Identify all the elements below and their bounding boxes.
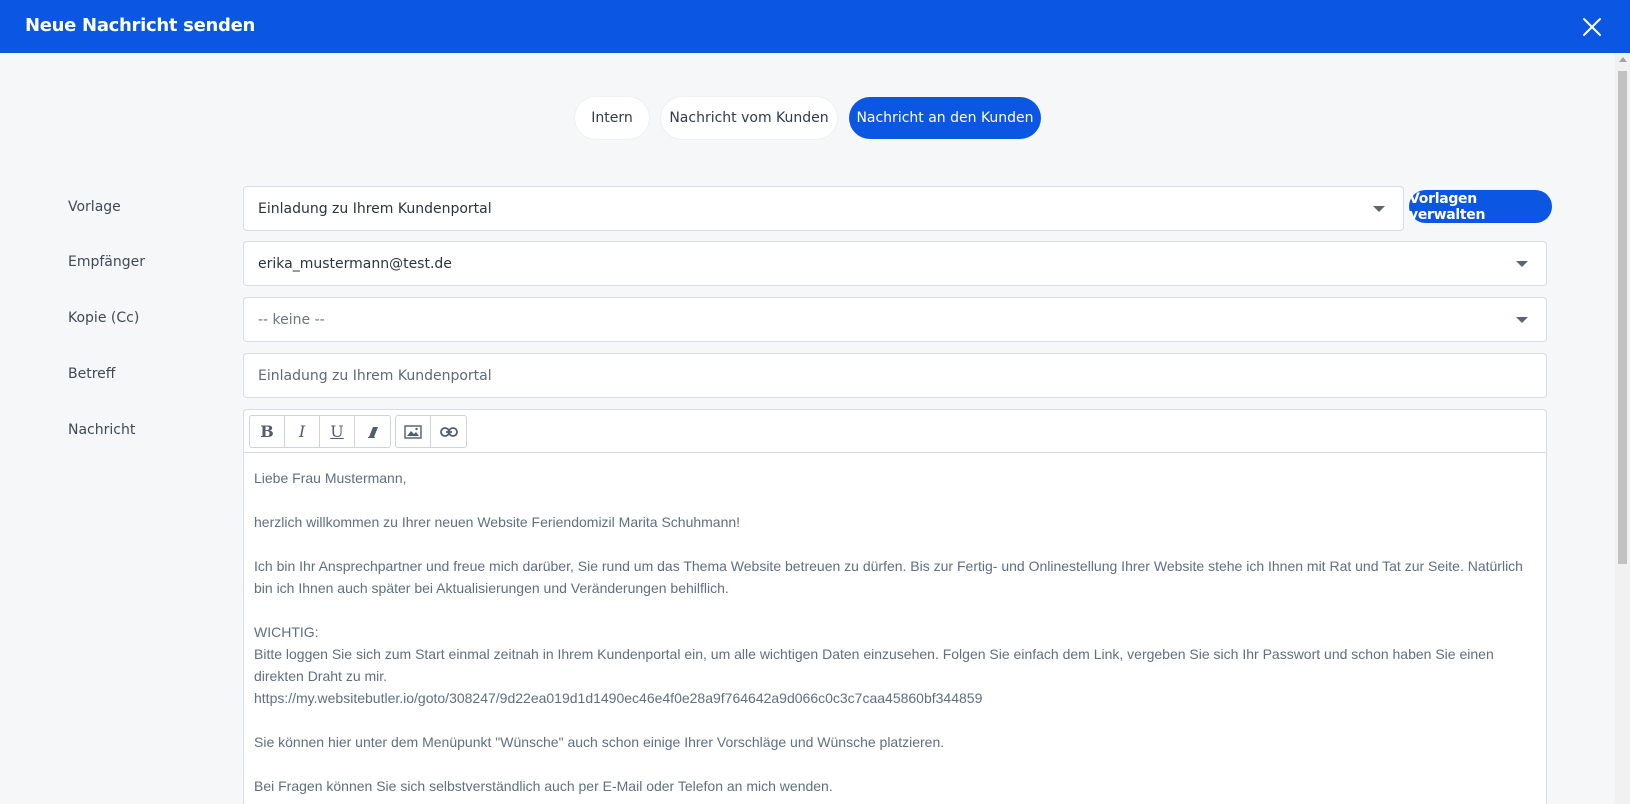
tab-intern[interactable]: Intern [575,97,649,139]
message-greeting: Liebe Frau Mustermann, [254,470,407,486]
clear-format-button[interactable] [355,416,390,447]
chevron-down-icon [1516,261,1528,267]
message-type-tabs: Intern Nachricht vom Kunden Nachricht an… [0,97,1615,139]
subject-input-value: Einladung zu Ihrem Kundenportal [258,367,492,384]
link-icon [439,426,458,437]
manage-templates-button[interactable]: Vorlagen verwalten [1409,190,1552,223]
editor-content[interactable]: Liebe Frau Mustermann, herzlich willkomm… [244,453,1546,797]
message-login-line1: Bitte loggen Sie sich zum Start einmal z… [254,646,1494,662]
subject-input[interactable]: Einladung zu Ihrem Kundenportal [243,353,1547,398]
italic-button[interactable]: I [285,416,320,447]
chevron-down-icon [1516,317,1528,323]
subject-label: Betreff [68,366,116,382]
insert-image-button[interactable] [396,416,431,447]
template-select-value: Einladung zu Ihrem Kundenportal [258,200,492,217]
format-button-group: B I U [249,415,391,448]
recipient-select[interactable]: erika_mustermann@test.de [243,241,1547,286]
message-questions: Bei Fragen können Sie sich selbstverstän… [254,778,833,794]
insert-link-button[interactable] [431,416,466,447]
recipient-select-value: erika_mustermann@test.de [258,255,452,272]
scroll-up-arrow-icon[interactable] [1619,57,1627,62]
message-important: WICHTIG: [254,624,319,640]
editor-toolbar: B I U [244,410,1546,453]
message-intro-line1: Ich bin Ihr Ansprechpartner und freue mi… [254,558,1523,574]
tab-message-from-customer[interactable]: Nachricht vom Kunden [661,97,837,139]
chevron-down-icon [1373,206,1385,212]
modal-title: Neue Nachricht senden [25,15,256,36]
scrollbar-thumb[interactable] [1618,71,1627,564]
modal-header: Neue Nachricht senden [0,0,1630,53]
template-label: Vorlage [68,199,121,215]
bold-button[interactable]: B [250,416,285,447]
close-icon[interactable] [1580,15,1604,39]
eraser-icon [367,426,378,438]
message-intro-line2: bin ich Ihnen auch später bei Aktualisie… [254,580,729,596]
recipient-label: Empfänger [68,254,146,270]
cc-select-value: -- keine -- [258,311,325,328]
template-select[interactable]: Einladung zu Ihrem Kundenportal [243,186,1404,231]
underline-button[interactable]: U [320,416,355,447]
tab-message-to-customer[interactable]: Nachricht an den Kunden [849,97,1041,139]
scrollbar[interactable] [1615,53,1630,804]
message-editor[interactable]: B I U Liebe Frau Mustermann, herzlich wi… [243,409,1547,804]
modal-body: Intern Nachricht vom Kunden Nachricht an… [0,53,1615,804]
message-wishes: Sie können hier unter dem Menüpunkt "Wün… [254,734,945,750]
message-login-line2: direkten Draht zu mir. [254,668,388,684]
cc-label: Kopie (Cc) [68,310,140,326]
message-portal-link[interactable]: https://my.websitebutler.io/goto/308247/… [254,687,1536,709]
cc-select[interactable]: -- keine -- [243,297,1547,342]
insert-button-group [395,415,467,448]
image-icon [404,424,422,439]
message-label: Nachricht [68,422,136,438]
message-welcome: herzlich willkommen zu Ihrer neuen Websi… [254,514,741,530]
